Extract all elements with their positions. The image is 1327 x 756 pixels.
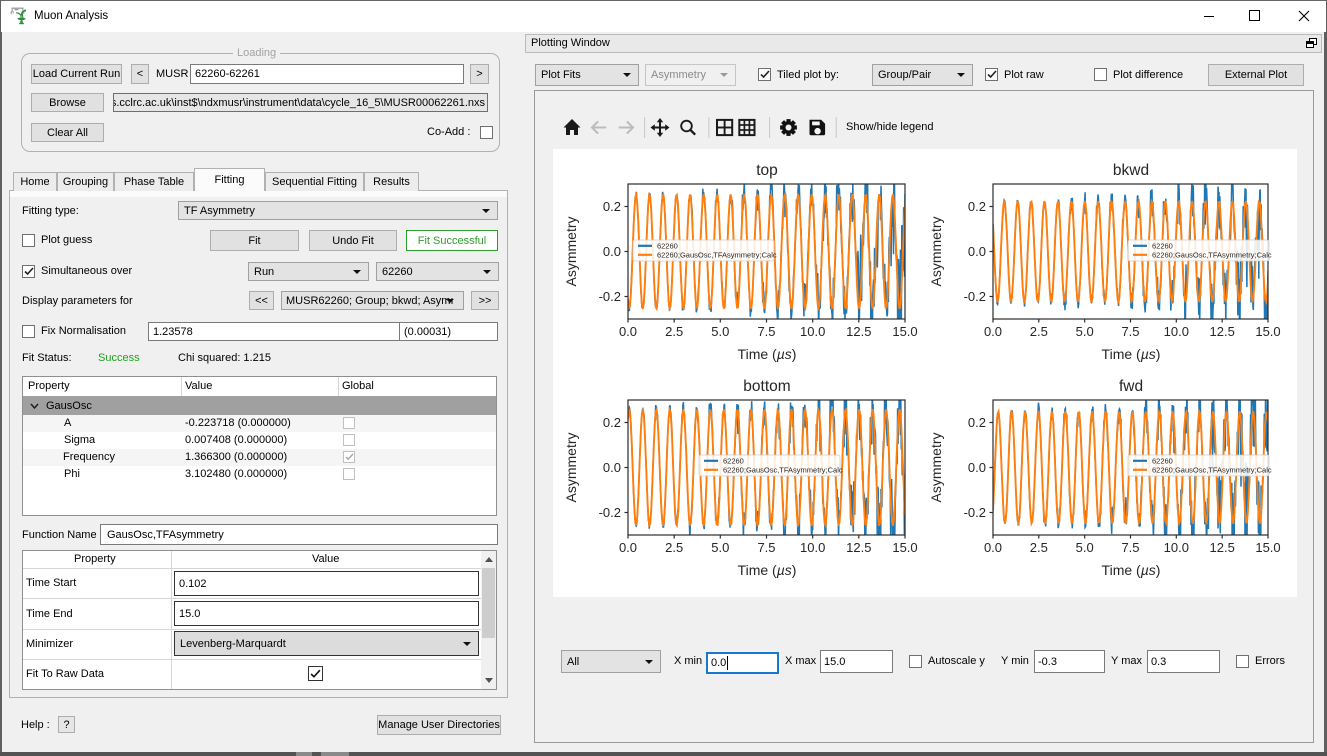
svg-text:15.0: 15.0 [1255, 324, 1280, 339]
svg-text:12.5: 12.5 [846, 324, 871, 339]
svg-text:12.5: 12.5 [1210, 324, 1235, 339]
svg-text:-0.2: -0.2 [599, 505, 621, 520]
svg-text:7.5: 7.5 [757, 324, 775, 339]
svg-text:0.0: 0.0 [968, 244, 986, 259]
svg-text:Time (µs): Time (µs) [738, 346, 797, 362]
svg-text:10.0: 10.0 [800, 540, 825, 555]
svg-text:62260;GausOsc,TFAsymmetry;Calc: 62260;GausOsc,TFAsymmetry;Calc [1152, 250, 1272, 259]
svg-text:0.2: 0.2 [603, 415, 621, 430]
svg-text:62260;GausOsc,TFAsymmetry;Calc: 62260;GausOsc,TFAsymmetry;Calc [657, 250, 777, 259]
svg-text:0.2: 0.2 [968, 415, 986, 430]
svg-text:10.0: 10.0 [1164, 324, 1189, 339]
svg-text:7.5: 7.5 [757, 540, 775, 555]
svg-text:bottom: bottom [743, 378, 790, 395]
svg-text:2.5: 2.5 [665, 324, 683, 339]
svg-text:5.0: 5.0 [711, 540, 729, 555]
svg-text:62260: 62260 [1152, 241, 1173, 250]
svg-text:15.0: 15.0 [892, 324, 917, 339]
svg-text:2.5: 2.5 [1030, 324, 1048, 339]
svg-text:7.5: 7.5 [1121, 540, 1139, 555]
svg-text:bkwd: bkwd [1113, 162, 1149, 179]
svg-text:5.0: 5.0 [711, 324, 729, 339]
svg-text:-0.2: -0.2 [964, 505, 986, 520]
svg-text:Asymmetry: Asymmetry [928, 217, 944, 287]
svg-text:62260: 62260 [1152, 456, 1173, 465]
svg-text:Time (µs): Time (µs) [1102, 346, 1161, 362]
svg-text:Asymmetry: Asymmetry [563, 217, 579, 287]
svg-text:12.5: 12.5 [846, 540, 871, 555]
svg-text:10.0: 10.0 [1164, 540, 1189, 555]
svg-text:-0.2: -0.2 [599, 289, 621, 304]
svg-text:5.0: 5.0 [1076, 540, 1094, 555]
svg-text:0.0: 0.0 [984, 324, 1002, 339]
svg-text:0.0: 0.0 [619, 540, 637, 555]
svg-text:fwd: fwd [1119, 378, 1143, 395]
svg-text:Time (µs): Time (µs) [738, 562, 797, 578]
svg-text:0.2: 0.2 [603, 199, 621, 214]
svg-text:top: top [756, 162, 778, 179]
svg-text:62260: 62260 [657, 241, 678, 250]
svg-text:15.0: 15.0 [1255, 540, 1280, 555]
svg-text:12.5: 12.5 [1210, 540, 1235, 555]
svg-text:0.2: 0.2 [968, 199, 986, 214]
svg-text:15.0: 15.0 [892, 540, 917, 555]
svg-text:0.0: 0.0 [603, 244, 621, 259]
svg-text:62260;GausOsc,TFAsymmetry;Calc: 62260;GausOsc,TFAsymmetry;Calc [1152, 465, 1272, 474]
svg-text:7.5: 7.5 [1121, 324, 1139, 339]
svg-text:Time (µs): Time (µs) [1102, 562, 1161, 578]
svg-text:2.5: 2.5 [665, 540, 683, 555]
svg-text:0.0: 0.0 [968, 460, 986, 475]
svg-text:Asymmetry: Asymmetry [928, 433, 944, 503]
svg-text:Asymmetry: Asymmetry [563, 433, 579, 503]
svg-text:62260: 62260 [723, 456, 744, 465]
svg-text:-0.2: -0.2 [964, 289, 986, 304]
svg-text:0.0: 0.0 [619, 324, 637, 339]
svg-text:10.0: 10.0 [800, 324, 825, 339]
svg-text:62260;GausOsc,TFAsymmetry;Calc: 62260;GausOsc,TFAsymmetry;Calc [723, 465, 843, 474]
svg-text:0.0: 0.0 [603, 460, 621, 475]
svg-text:2.5: 2.5 [1030, 540, 1048, 555]
svg-text:0.0: 0.0 [984, 540, 1002, 555]
svg-text:5.0: 5.0 [1076, 324, 1094, 339]
